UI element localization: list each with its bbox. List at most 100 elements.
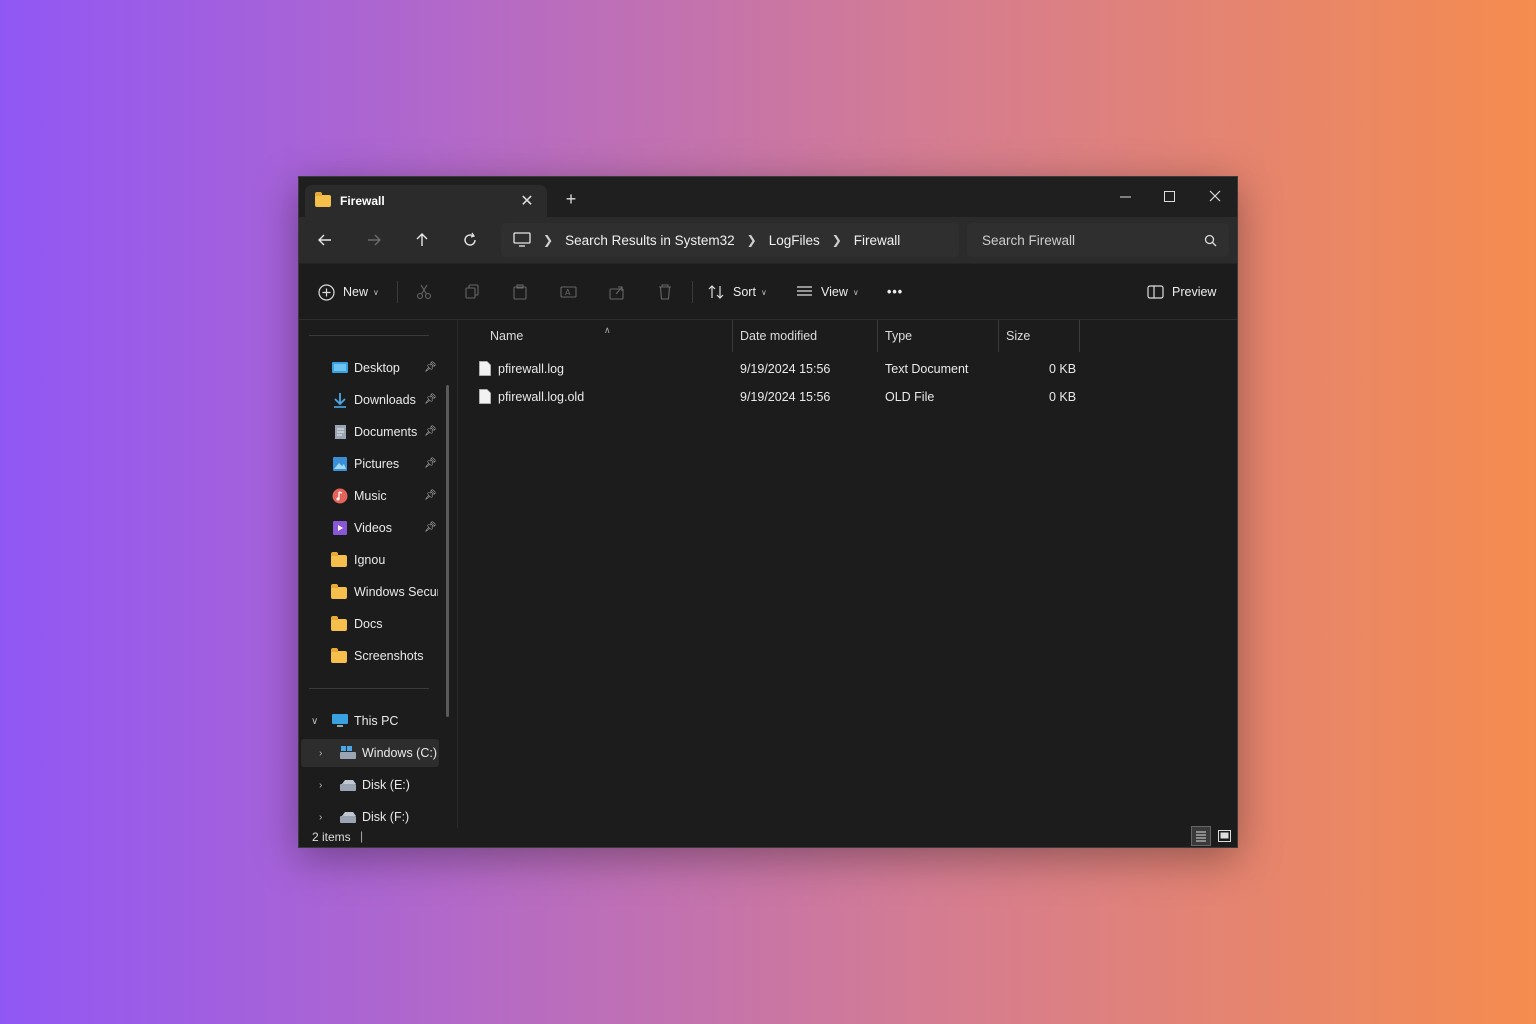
details-view-button[interactable]	[1191, 826, 1211, 846]
sort-button[interactable]: Sort ∨	[708, 278, 767, 306]
maximize-icon	[1163, 190, 1175, 202]
search-icon	[1204, 234, 1217, 246]
sidebar-item-disk-e[interactable]: › Disk (E:)	[299, 771, 439, 799]
rename-button[interactable]: A	[560, 278, 577, 306]
sidebar-item-downloads[interactable]: Downloads 📌︎	[299, 386, 439, 414]
title-bar: Firewall ✕ +	[299, 177, 1237, 217]
file-list: Name ∧ Date modified Type Size pfirewall…	[458, 320, 1237, 828]
folder-icon	[331, 584, 349, 603]
delete-button[interactable]	[657, 278, 673, 306]
pin-icon[interactable]: 📌︎	[424, 458, 437, 469]
close-window-button[interactable]	[1195, 182, 1235, 210]
minimize-button[interactable]	[1105, 182, 1145, 210]
sidebar-item-videos[interactable]: Videos 📌︎	[299, 514, 439, 542]
column-header-type[interactable]: Type	[885, 320, 912, 352]
preview-label: Preview	[1172, 285, 1217, 299]
close-tab-icon[interactable]: ✕	[517, 191, 537, 211]
new-button[interactable]: New ∨	[318, 278, 379, 306]
sidebar-item-ignou[interactable]: Ignou	[299, 546, 439, 574]
file-name: pfirewall.log.old	[498, 390, 585, 404]
paste-button[interactable]	[512, 278, 528, 306]
more-options-button[interactable]: •••	[887, 278, 903, 306]
cut-button[interactable]	[416, 278, 432, 306]
column-header-date-modified[interactable]: Date modified	[740, 320, 817, 352]
column-header-name[interactable]: Name	[490, 320, 523, 352]
table-row[interactable]: pfirewall.log.old 9/19/2024 15:56 OLD Fi…	[458, 383, 1237, 411]
column-separator[interactable]	[1079, 320, 1080, 352]
sidebar-item-desktop[interactable]: Desktop 📌︎	[299, 354, 439, 382]
column-header-size[interactable]: Size	[1006, 320, 1030, 352]
pin-icon[interactable]: 📌︎	[424, 394, 437, 405]
sidebar-item-label: Windows Securi	[354, 585, 438, 599]
view-label: View	[821, 285, 848, 299]
pin-icon[interactable]: 📌︎	[424, 426, 437, 437]
sidebar-scrollbar[interactable]	[446, 385, 449, 717]
sidebar-item-label: Docs	[354, 617, 383, 631]
sidebar-item-docs[interactable]: Docs	[299, 610, 439, 638]
view-button[interactable]: View ∨	[796, 278, 859, 306]
scissors-icon	[416, 284, 432, 300]
pin-icon[interactable]: 📌︎	[424, 490, 437, 501]
column-separator[interactable]	[877, 320, 878, 352]
sidebar-divider	[309, 688, 429, 689]
sidebar-item-windows-c[interactable]: › Windows (C:)	[301, 739, 439, 767]
large-icons-view-button[interactable]	[1214, 826, 1234, 846]
close-icon	[1209, 190, 1221, 202]
forward-button[interactable]	[359, 226, 389, 254]
preview-button[interactable]: Preview	[1147, 278, 1216, 306]
sidebar-item-documents[interactable]: Documents 📌︎	[299, 418, 439, 446]
maximize-button[interactable]	[1149, 182, 1189, 210]
arrow-right-icon	[368, 234, 381, 246]
toolbar-divider	[397, 281, 398, 303]
address-bar[interactable]: ❯ Search Results in System32 ❯ LogFiles …	[501, 223, 959, 257]
arrow-left-icon	[318, 234, 331, 246]
breadcrumb-search-results[interactable]: Search Results in System32	[565, 233, 735, 248]
copy-button[interactable]	[464, 278, 480, 306]
breadcrumb-logfiles[interactable]: LogFiles	[769, 233, 820, 248]
column-separator[interactable]	[732, 320, 733, 352]
file-explorer-window: Firewall ✕ + ❯ Search Results in System3…	[298, 176, 1238, 848]
chevron-right-icon[interactable]: ›	[319, 780, 322, 791]
toolbar-divider	[692, 281, 693, 303]
sidebar-item-this-pc[interactable]: ∨ This PC	[299, 707, 439, 735]
music-icon	[332, 488, 348, 504]
drive-windows-icon	[340, 746, 356, 759]
status-separator: |	[360, 829, 364, 843]
up-button[interactable]	[407, 226, 437, 254]
chevron-down-icon[interactable]: ∨	[311, 716, 318, 727]
chevron-right-icon: ❯	[543, 233, 554, 247]
pin-icon[interactable]: 📌︎	[424, 362, 437, 373]
sidebar-item-windows-security[interactable]: Windows Securi	[299, 578, 439, 606]
details-view-icon	[1196, 831, 1206, 842]
column-separator[interactable]	[998, 320, 999, 352]
drive-icon	[340, 780, 356, 791]
chevron-right-icon[interactable]: ›	[319, 748, 322, 759]
sidebar-item-screenshots[interactable]: Screenshots	[299, 642, 439, 670]
tab-firewall[interactable]: Firewall ✕	[305, 185, 547, 217]
arrow-up-icon	[416, 233, 428, 246]
pin-icon[interactable]: 📌︎	[424, 522, 437, 533]
tiles-view-icon	[1217, 830, 1231, 842]
monitor-icon	[513, 232, 531, 247]
chevron-down-icon: ∨	[852, 287, 859, 297]
folder-icon	[315, 192, 331, 207]
preview-pane-icon	[1147, 285, 1164, 299]
file-size: 0 KB	[1049, 362, 1077, 376]
table-row[interactable]: pfirewall.log 9/19/2024 15:56 Text Docum…	[458, 355, 1237, 383]
refresh-button[interactable]	[455, 226, 485, 254]
back-button[interactable]	[310, 226, 340, 254]
sidebar-item-music[interactable]: Music 📌︎	[299, 482, 439, 510]
downloads-icon	[334, 393, 346, 408]
sidebar-item-pictures[interactable]: Pictures 📌︎	[299, 450, 439, 478]
file-type: OLD File	[885, 390, 935, 404]
sidebar-item-disk-f[interactable]: › Disk (F:)	[299, 803, 439, 831]
sort-label: Sort	[733, 285, 756, 299]
sort-ascending-icon: ∧	[604, 324, 611, 335]
breadcrumb-firewall[interactable]: Firewall	[854, 233, 901, 248]
chevron-down-icon: ∨	[373, 287, 379, 297]
new-tab-button[interactable]: +	[563, 189, 579, 210]
share-button[interactable]	[609, 278, 625, 306]
search-input[interactable]: Search Firewall	[967, 223, 1229, 257]
sidebar-item-label: Ignou	[354, 553, 386, 567]
chevron-right-icon[interactable]: ›	[319, 812, 322, 823]
